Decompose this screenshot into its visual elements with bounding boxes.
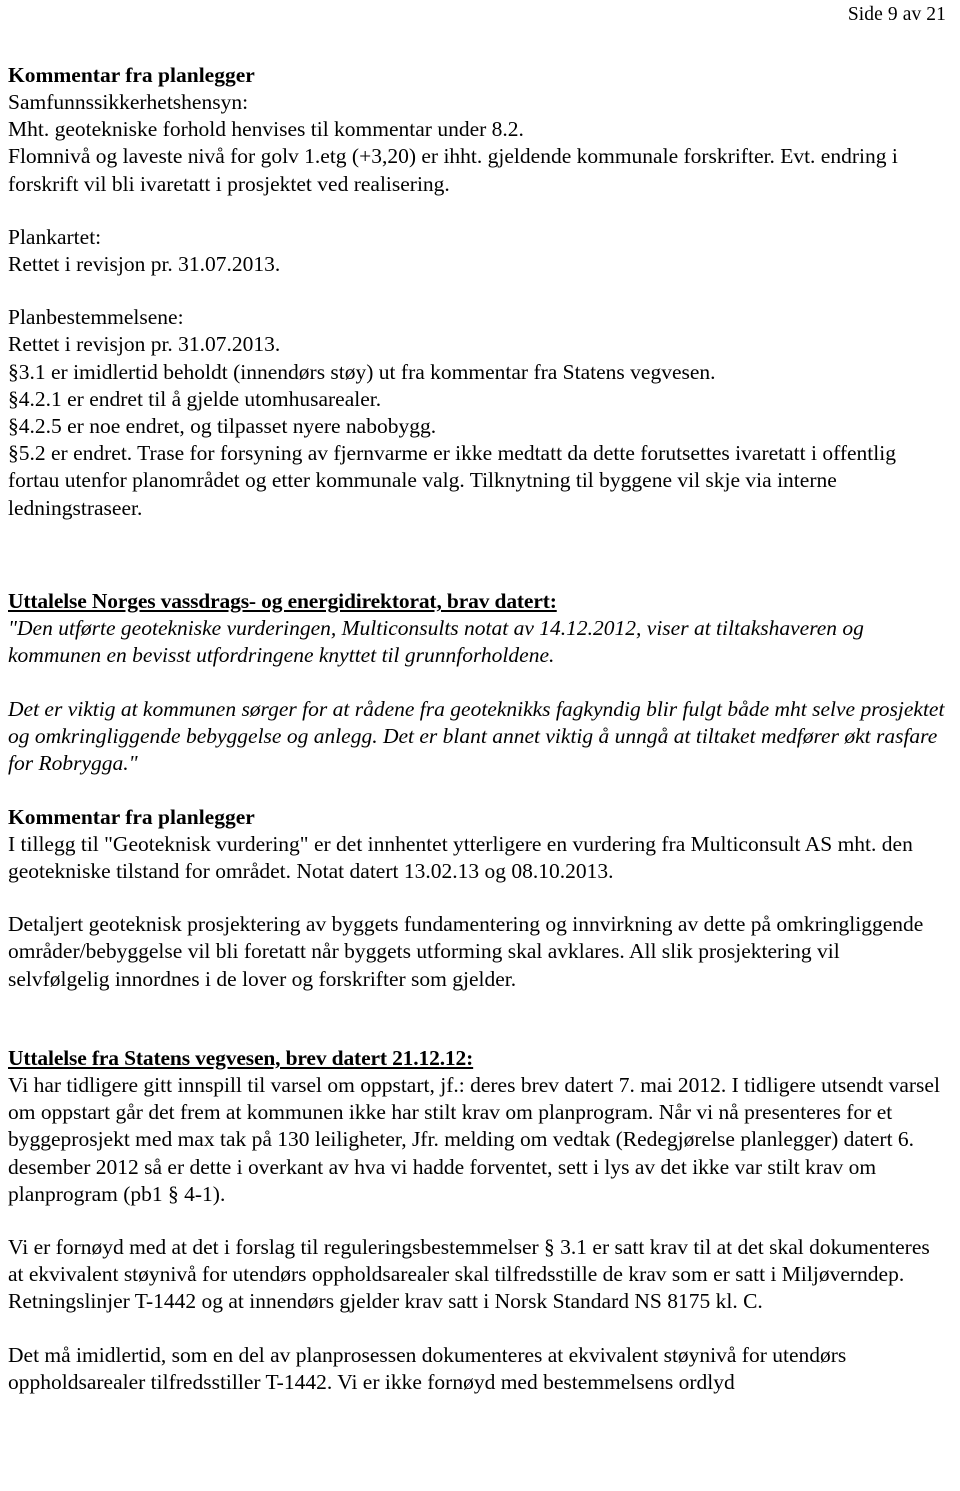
spacer-before-vegvesen-section [8, 993, 946, 1045]
spacer-between-kommentar-2-paras [8, 885, 946, 911]
para-paragraf-5-2: §5.2 er endret. Trase for forsyning av f… [8, 441, 896, 520]
heading-uttalelse-nve: Uttalelse Norges vassdrags- og energidir… [8, 588, 557, 613]
line-paragraf-4-2-5: §4.2.5 er noe endret, og tilpasset nyere… [8, 414, 437, 439]
para-flomniva: Flomnivå og laveste nivå for golv 1.etg … [8, 144, 898, 196]
para-nve-quote-1: "Den utførte geotekniske vurderingen, Mu… [8, 615, 864, 668]
para-nve-quote-2: Det er viktig at kommunen sørger for at … [8, 696, 945, 776]
heading-kommentar-fra-planlegger-1: Kommentar fra planlegger [8, 63, 255, 87]
para-multiconsult-vurdering: I tillegg til "Geoteknisk vurdering" er … [8, 831, 913, 884]
spacer-before-kommentar-2 [8, 778, 946, 804]
spacer-vegvesen-1 [8, 1208, 946, 1234]
para-vegvesen-1: Vi har tidligere gitt innspill til varse… [8, 1072, 940, 1206]
section-uttalelse-nve: Uttalelse Norges vassdrags- og energidir… [8, 588, 946, 778]
heading-uttalelse-vegvesen: Uttalelse fra Statens vegvesen, brev dat… [8, 1045, 474, 1070]
line-geotekniske-forhold: Mht. geotekniske forhold henvises til ko… [8, 117, 524, 142]
value-plankartet-revisjon: Rettet i revisjon pr. 31.07.2013. [8, 252, 281, 277]
line-paragraf-4-2-1: §4.2.1 er endret til å gjelde utomhusare… [8, 386, 382, 411]
label-plankartet: Plankartet: [8, 224, 102, 249]
spacer-after-header [8, 28, 946, 62]
section-kommentar-planlegger-1: Kommentar fra planlegger Samfunnssikkerh… [8, 62, 946, 522]
spacer-before-planbestemmelsene [8, 278, 946, 304]
spacer-before-nve-section [8, 522, 946, 588]
para-vegvesen-2: Vi er fornøyd med at det i forslag til r… [8, 1234, 930, 1314]
spacer-vegvesen-2 [8, 1316, 946, 1342]
para-detaljert-prosjektering: Detaljert geoteknisk prosjektering av by… [8, 912, 924, 991]
spacer-before-plankartet [8, 198, 946, 224]
para-vegvesen-3: Det må imidlertid, som en del av planpro… [8, 1342, 847, 1394]
document-page: Side 9 av 21 Kommentar fra planlegger Sa… [0, 0, 960, 1491]
section-kommentar-planlegger-2: Kommentar fra planlegger I tillegg til "… [8, 804, 946, 993]
page-indicator-text: Side 9 av 21 [847, 4, 946, 25]
line-samfunnssikkerhetshensyn: Samfunnssikkerhetshensyn: [8, 90, 249, 114]
line-paragraf-3-1: §3.1 er imidlertid beholdt (innendørs st… [8, 359, 716, 384]
label-planbestemmelsene: Planbestemmelsene: [8, 305, 184, 330]
page-number-header: Side 9 av 21 [8, 0, 946, 28]
heading-kommentar-fra-planlegger-2: Kommentar fra planlegger [8, 804, 255, 829]
spacer-between-nve-quotes [8, 670, 946, 696]
value-planbestemmelsene-revisjon: Rettet i revisjon pr. 31.07.2013. [8, 332, 281, 357]
section-uttalelse-vegvesen: Uttalelse fra Statens vegvesen, brev dat… [8, 1045, 946, 1396]
